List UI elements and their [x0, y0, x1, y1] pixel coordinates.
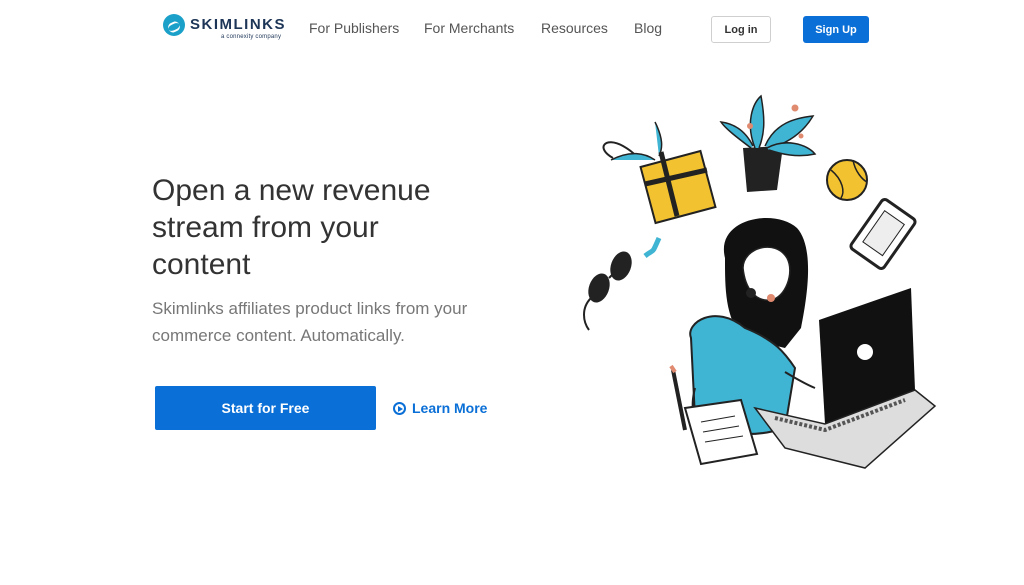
- hero-illustration: [583, 94, 937, 469]
- nav-resources[interactable]: Resources: [541, 20, 608, 36]
- bottom-tagline-clipped: [180, 576, 860, 585]
- site-header: SKIMLINKS a connexity company For Publis…: [0, 0, 1024, 58]
- ball-icon: [826, 159, 868, 201]
- phone-icon: [849, 198, 917, 270]
- nav-for-merchants[interactable]: For Merchants: [424, 20, 514, 36]
- woman-figure: [669, 218, 816, 435]
- nav-blog[interactable]: Blog: [634, 20, 662, 36]
- skimlinks-logo-icon: [163, 14, 185, 36]
- nav-for-publishers[interactable]: For Publishers: [309, 20, 399, 36]
- logo-tagline: a connexity company: [221, 34, 282, 40]
- skimlinks-logo[interactable]: SKIMLINKS a connexity company: [163, 14, 286, 44]
- learn-more-link[interactable]: Learn More: [393, 399, 487, 417]
- signup-button[interactable]: Sign Up: [803, 16, 869, 43]
- start-for-free-button[interactable]: Start for Free: [155, 386, 376, 430]
- plant-pot-icon: [719, 94, 817, 192]
- learn-more-label: Learn More: [412, 400, 488, 416]
- play-circle-icon: [393, 401, 406, 415]
- logo-text: SKIMLINKS: [190, 16, 286, 33]
- gift-box-icon: [602, 121, 717, 258]
- sunglasses-icon: [583, 251, 632, 331]
- hero-title: Open a new revenue stream from your cont…: [152, 174, 431, 281]
- hero-subtitle: Skimlinks affiliates product links from …: [152, 299, 468, 345]
- login-button[interactable]: Log in: [711, 16, 771, 43]
